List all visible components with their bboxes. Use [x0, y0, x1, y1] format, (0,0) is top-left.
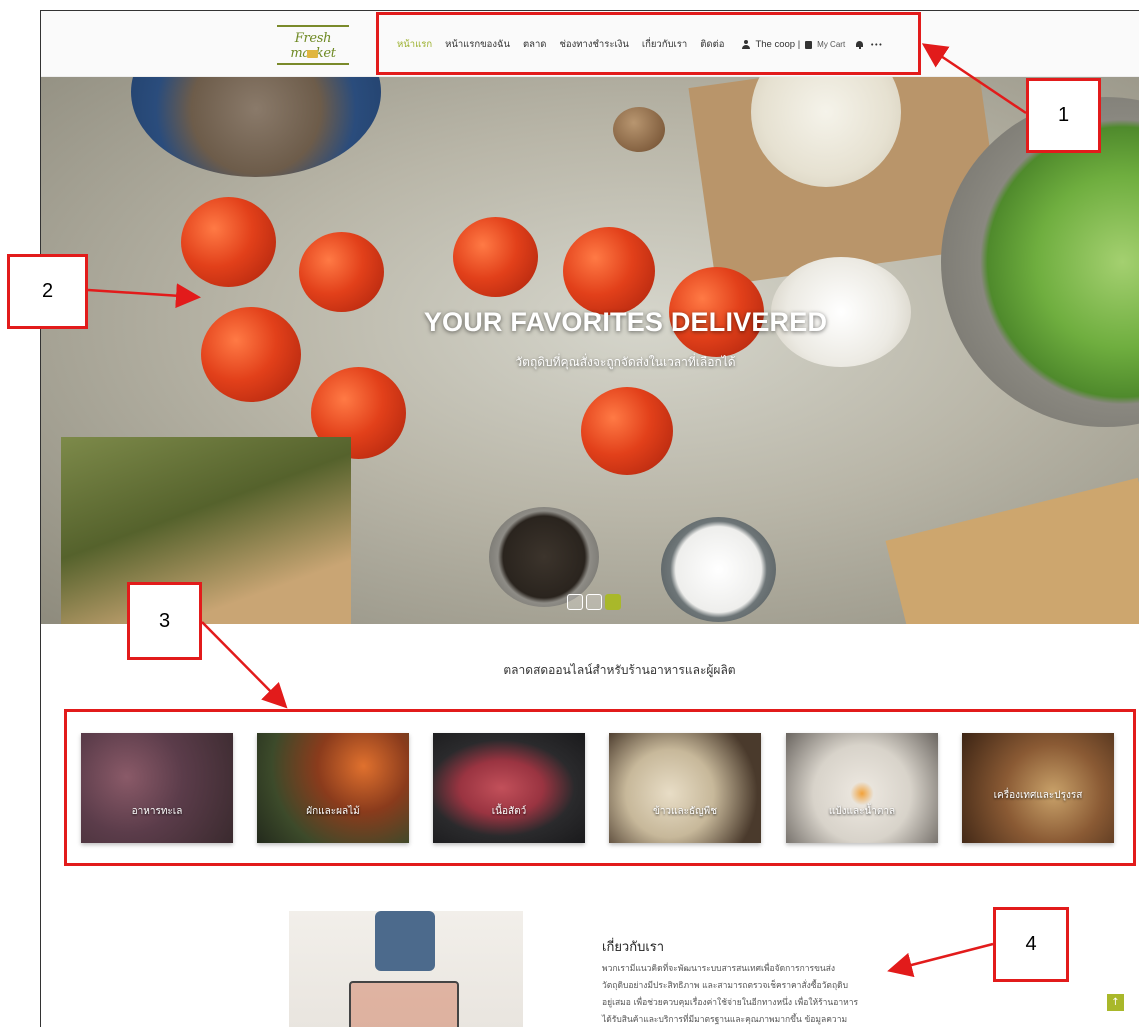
annotation-label-4: 4	[993, 907, 1069, 982]
hero-subtitle: วัตถุดิบที่คุณสั่งจะถูกจัดส่งในเวลาที่เล…	[515, 355, 736, 369]
tomato-image	[181, 197, 276, 287]
pepper-bowl-image	[489, 507, 599, 607]
carousel-indicators	[567, 594, 621, 610]
logo[interactable]: Fresh market	[277, 25, 349, 65]
annotation-rect-nav	[376, 12, 921, 75]
rosemary-board-image	[61, 437, 351, 624]
tomato-image	[453, 217, 538, 297]
annotation-label-1: 1	[1026, 78, 1101, 153]
about-text: พวกเรามีแนวคิดที่จะพัฒนาระบบสารสนเทศเพื่…	[602, 961, 892, 1027]
annotation-label-3: 3	[127, 582, 202, 660]
tomato-image	[563, 227, 655, 315]
about-line: พวกเรามีแนวคิดที่จะพัฒนาระบบสารสนเทศเพื่…	[602, 964, 836, 974]
salt-bowl-image	[661, 517, 776, 622]
about-line: ได้รับสินค้าและบริการที่มีมาตรฐานและคุณภ…	[602, 1015, 848, 1025]
bowl-image	[131, 77, 381, 177]
annotation-rect-categories	[64, 709, 1136, 866]
tomato-image	[299, 232, 384, 312]
back-to-top-button[interactable]: ↑	[1107, 994, 1124, 1011]
bread-board-image	[885, 477, 1139, 624]
logo-basket-icon	[307, 50, 318, 58]
page-frame: Fresh market หน้าแรก หน้าแรกของฉัน ตลาด …	[40, 10, 1139, 1027]
annotation-label-2: 2	[7, 254, 88, 329]
hero-carousel[interactable]: YOUR FAVORITES DELIVERED วัตถุดิบที่คุณส…	[41, 77, 1139, 624]
tomato-image	[581, 387, 673, 475]
carousel-dot-1[interactable]	[567, 594, 583, 610]
section-title: ตลาดสดออนไลน์สำหรับร้านอาหารและผู้ผลิต	[503, 663, 736, 677]
about-line: วัตถุดิบอย่างมีประสิทธิภาพ และสามารถตรวจ…	[602, 981, 849, 991]
carousel-dot-2[interactable]	[586, 594, 602, 610]
mushroom-image	[613, 107, 665, 152]
about-image	[289, 911, 523, 1027]
about-title: เกี่ยวกับเรา	[602, 940, 665, 955]
carousel-dot-3[interactable]	[605, 594, 621, 610]
about-line: อยู่เสมอ เพื่อช่วยควบคุมเรื่องค่าใช้จ่าย…	[602, 998, 859, 1008]
hero-title: YOUR FAVORITES DELIVERED	[423, 307, 828, 337]
